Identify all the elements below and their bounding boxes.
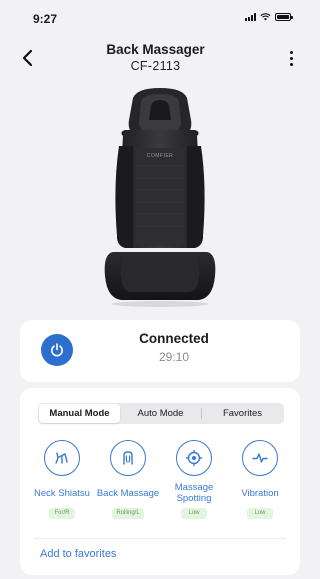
massager-seat-image: COMFIER — [104, 88, 216, 307]
tab-auto-mode[interactable]: Auto Mode — [120, 404, 201, 423]
mode-tabs: Manual Mode Auto Mode Favorites — [38, 403, 284, 424]
massage-spotting-icon — [185, 449, 203, 467]
feature-label: Vibration — [241, 487, 279, 499]
feature-setting-badge: Low — [247, 508, 273, 519]
feature-vibration[interactable]: Vibration Low — [228, 440, 292, 519]
status-time: 9:27 — [33, 12, 58, 26]
feature-back-massage[interactable]: Back Massage Rolling/L — [96, 440, 160, 519]
neck-shiatsu-button[interactable] — [44, 440, 80, 476]
feature-label: Neck Shiatsu — [34, 487, 90, 499]
divider — [34, 538, 286, 539]
feature-neck-shiatsu[interactable]: Neck Shiatsu For/R — [30, 440, 94, 519]
page-title: Back Massager — [106, 42, 205, 57]
nav-bar: Back Massager CF-2113 — [0, 38, 311, 82]
title-block: Back Massager CF-2113 — [0, 41, 311, 75]
feature-label: Back Massage — [96, 487, 160, 499]
vibration-button[interactable] — [242, 440, 278, 476]
session-timer: 29:10 — [158, 350, 190, 364]
feature-massage-spotting[interactable]: Massage Spotting Low — [162, 440, 226, 519]
wifi-icon — [260, 13, 271, 21]
signal-icon — [245, 13, 256, 21]
status-bar: 9:27 — [0, 0, 311, 34]
modes-card: Manual Mode Auto Mode Favorites Neck Shi… — [20, 388, 300, 575]
brand-logo-text: COMFIER — [147, 153, 174, 159]
neck-shiatsu-icon — [55, 452, 68, 464]
status-icons — [245, 13, 293, 21]
feature-list: Neck Shiatsu For/R Back Massage Rolling/… — [30, 440, 292, 519]
tab-favorites[interactable]: Favorites — [202, 404, 283, 423]
battery-icon — [275, 13, 293, 21]
connection-status: Connected — [139, 331, 209, 346]
vibration-icon — [252, 453, 268, 463]
model-number: CF-2113 — [130, 59, 181, 73]
add-to-favorites-link[interactable]: Add to favorites — [40, 548, 116, 560]
feature-setting-badge: For/R — [49, 508, 75, 519]
connection-card: Connected 29:10 — [20, 320, 300, 382]
back-massage-button[interactable] — [110, 440, 146, 476]
tab-manual-mode[interactable]: Manual Mode — [39, 404, 120, 423]
feature-setting-badge: Low — [181, 508, 207, 519]
more-options-icon[interactable] — [281, 47, 301, 69]
feature-setting-badge: Rolling/L — [112, 508, 144, 519]
feature-label: Massage Spotting — [174, 482, 214, 504]
back-massage-icon — [123, 451, 133, 465]
massage-spotting-button[interactable] — [176, 440, 212, 476]
